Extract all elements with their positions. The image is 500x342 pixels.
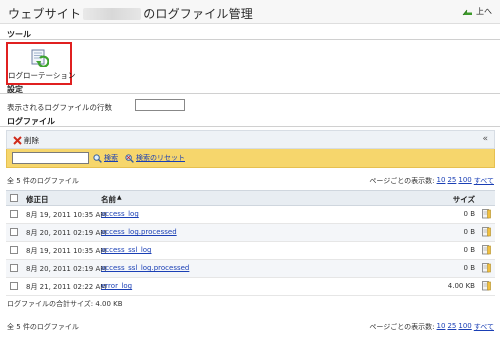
table-row: 8月 20, 2011 02:19 AM access_ssl_log.proce… (6, 260, 495, 278)
per-page-100[interactable]: 100 (458, 176, 471, 186)
item-count-top: 全 5 件のログファイル (7, 177, 79, 185)
file-name-link[interactable]: access_ssl_log.processed (101, 264, 189, 272)
row-checkbox[interactable] (10, 264, 18, 272)
table-row: 8月 19, 2011 10:35 AM access_log 0 B (6, 206, 495, 224)
row-modified: 8月 21, 2011 02:22 AM (26, 283, 107, 291)
log-lines-input[interactable] (135, 99, 185, 111)
delete-label: 削除 (24, 136, 39, 145)
log-rotation-button[interactable]: ログローテーション (6, 42, 76, 85)
up-level-label: 上へ (476, 7, 492, 16)
open-file-icon[interactable] (482, 281, 491, 291)
per-page-100-bottom[interactable]: 100 (458, 322, 471, 332)
item-count-bottom: 全 5 件のログファイル (7, 323, 79, 331)
delete-button[interactable]: 削除 (13, 135, 39, 146)
page-title-suffix: のログファイル管理 (143, 7, 254, 21)
page-title: ウェブサイト のログファイル管理 (8, 5, 253, 22)
total-size: ログファイルの合計サイズ: 4.00 KB (7, 300, 123, 308)
row-checkbox[interactable] (10, 246, 18, 254)
table-row: 8月 19, 2011 10:35 AM access_ssl_log 0 B (6, 242, 495, 260)
table-row: 8月 21, 2011 02:22 AM error_log 4.00 KB (6, 278, 495, 296)
row-size: 0 B (463, 264, 475, 272)
table-row: 8月 20, 2011 02:19 AM access_log.processed… (6, 224, 495, 242)
page-title-prefix: ウェブサイト (8, 7, 82, 21)
column-name-label: 名前 (101, 195, 116, 204)
file-name-link[interactable]: access_log.processed (101, 228, 177, 236)
column-name[interactable]: 名前 ▲ (101, 194, 122, 205)
row-checkbox[interactable] (10, 282, 18, 290)
file-name-link[interactable]: access_log (101, 210, 139, 218)
row-size: 0 B (463, 228, 475, 236)
redacted-site-name (83, 7, 142, 20)
row-size: 0 B (463, 210, 475, 218)
page-header: ウェブサイト のログファイル管理 上へ (0, 0, 500, 24)
column-size[interactable]: サイズ (453, 194, 475, 205)
pager-bottom: ページごとの表示数: 10 25 100 すべて (369, 322, 494, 332)
row-size: 4.00 KB (447, 282, 475, 290)
open-file-icon[interactable] (482, 209, 491, 219)
tools-divider (0, 39, 500, 40)
sort-asc-icon: ▲ (117, 194, 122, 201)
settings-divider (0, 93, 500, 94)
per-page-label-bottom: ページごとの表示数: (369, 323, 435, 331)
reset-search-icon (125, 153, 134, 163)
per-page-25-bottom[interactable]: 25 (447, 322, 456, 332)
per-page-25[interactable]: 25 (447, 176, 456, 186)
table-header: 修正日 名前 ▲ サイズ (6, 190, 495, 206)
row-checkbox[interactable] (10, 228, 18, 236)
up-level-button[interactable]: 上へ (462, 6, 492, 17)
open-file-icon[interactable] (482, 263, 491, 273)
log-rotation-icon (31, 49, 49, 67)
per-page-10[interactable]: 10 (437, 176, 446, 186)
row-modified: 8月 19, 2011 10:35 AM (26, 211, 107, 219)
row-size: 0 B (463, 246, 475, 254)
open-file-icon[interactable] (482, 245, 491, 255)
search-button[interactable]: 検索 (93, 153, 118, 163)
row-modified: 8月 19, 2011 10:35 AM (26, 247, 107, 255)
file-name-link[interactable]: error_log (101, 282, 132, 290)
reset-search-label: 検索のリセット (136, 154, 185, 162)
row-modified: 8月 20, 2011 02:19 AM (26, 265, 107, 273)
logfiles-table: 修正日 名前 ▲ サイズ 8月 19, 2011 10:35 AM access_… (6, 190, 495, 296)
per-page-all-bottom[interactable]: すべて (474, 322, 494, 332)
row-modified: 8月 20, 2011 02:19 AM (26, 229, 107, 237)
reset-search-button[interactable]: 検索のリセット (125, 153, 185, 163)
delete-x-icon (13, 136, 22, 145)
search-bar: 検索 検索のリセット (6, 149, 495, 168)
per-page-10-bottom[interactable]: 10 (437, 322, 446, 332)
row-checkbox[interactable] (10, 210, 18, 218)
search-icon (93, 153, 102, 163)
open-file-icon[interactable] (482, 227, 491, 237)
file-name-link[interactable]: access_ssl_log (101, 246, 152, 254)
up-arrow-icon (462, 9, 472, 15)
per-page-all[interactable]: すべて (474, 176, 494, 186)
logfiles-divider (0, 126, 500, 127)
log-lines-label: 表示されるログファイルの行数 (7, 103, 112, 112)
column-modified[interactable]: 修正日 (26, 194, 49, 205)
collapse-panel-button[interactable]: « (482, 134, 488, 144)
double-chevron-up-icon: « (482, 134, 488, 144)
log-rotation-label: ログローテーション (8, 71, 76, 80)
select-all-checkbox[interactable] (10, 194, 18, 202)
per-page-label: ページごとの表示数: (369, 177, 435, 185)
logfiles-toolbar: 削除 « (6, 130, 495, 149)
pager-top: ページごとの表示数: 10 25 100 すべて (369, 176, 494, 186)
search-input[interactable] (12, 152, 89, 164)
search-label: 検索 (104, 154, 118, 162)
